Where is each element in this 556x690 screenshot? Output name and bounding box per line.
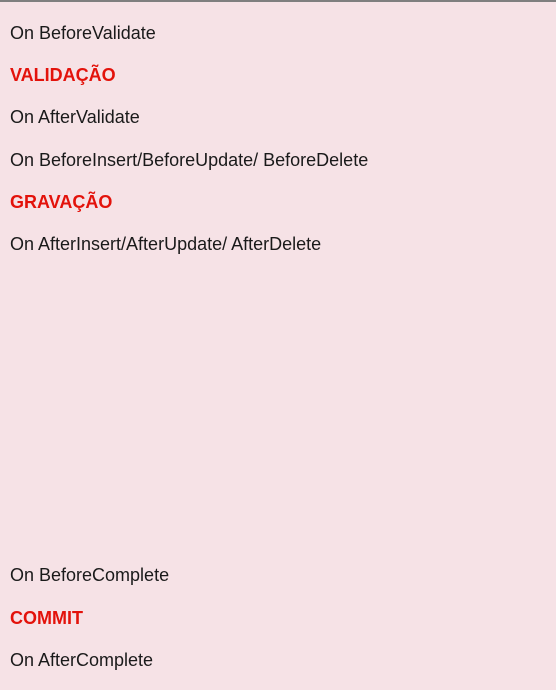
event-before-complete: On BeforeComplete: [10, 565, 170, 585]
event-after-complete: On AfterComplete: [10, 650, 154, 670]
event-after-write: On AfterInsert/AfterUpdate/ AfterDelete: [10, 234, 322, 254]
stage-validation: VALIDAÇÃO: [10, 65, 116, 85]
stage-write: GRAVAÇÃO: [10, 192, 113, 212]
event-before-write: On BeforeInsert/BeforeUpdate/ BeforeDele…: [10, 150, 369, 170]
event-before-validate: On BeforeValidate: [10, 23, 156, 43]
event-after-validate: On AfterValidate: [10, 107, 140, 127]
stage-commit: COMMIT: [10, 608, 83, 628]
event-sequence-panel: On BeforeValidate VALIDAÇÃO On AfterVali…: [0, 0, 556, 690]
